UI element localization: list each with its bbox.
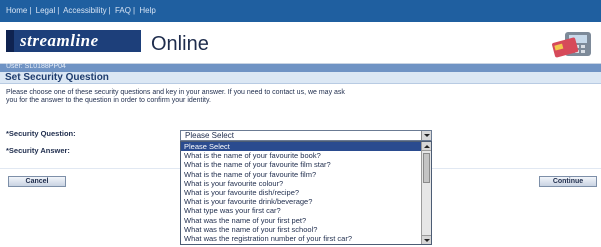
user-id: User: SL0188PP04 — [6, 63, 66, 70]
nav-separator: | — [108, 6, 111, 15]
brand-header: streamline Online — [0, 22, 601, 64]
card-terminal-icon — [552, 32, 591, 58]
security-question-options[interactable]: Please Select What is the name of your fa… — [180, 141, 432, 245]
user-bar: User: SL0188PP04 — [0, 63, 601, 72]
nav-separator: | — [133, 6, 136, 15]
scroll-thumb[interactable] — [423, 153, 430, 183]
options-list: Please Select What is the name of your fa… — [181, 142, 431, 243]
page-title: Set Security Question — [5, 72, 109, 83]
select-value: Please Select — [185, 131, 234, 140]
top-nav-links: Home | Legal | Accessibility | FAQ | Help — [6, 6, 156, 15]
scroll-up-icon[interactable] — [422, 142, 431, 151]
nav-link-home[interactable]: Home — [6, 6, 27, 15]
nav-link-legal[interactable]: Legal — [36, 6, 56, 15]
page-heading-bar: Set Security Question — [0, 72, 601, 84]
dropdown-option[interactable]: What is your favourite dish/recipe? — [181, 188, 431, 197]
dropdown-option[interactable]: What was the registration number of your… — [181, 234, 431, 243]
security-answer-label: *Security Answer: — [6, 146, 70, 155]
dropdown-option[interactable]: What is the name of your favourite book? — [181, 151, 431, 160]
streamline-logo: streamline — [20, 31, 99, 50]
dropdown-arrow-icon[interactable] — [421, 131, 431, 140]
dropdown-option[interactable]: What was the name of your first school? — [181, 225, 431, 234]
dropdown-option[interactable]: What is the name of your favourite film? — [181, 170, 431, 179]
instructions-text: Please choose one of these security ques… — [6, 89, 345, 104]
dropdown-option[interactable]: What is the name of your favourite film … — [181, 160, 431, 169]
dropdown-option[interactable]: What was the name of your first pet? — [181, 216, 431, 225]
security-question-label: *Security Question: — [6, 129, 76, 138]
dropdown-option[interactable]: What is your favourite drink/beverage? — [181, 197, 431, 206]
nav-separator: | — [29, 6, 32, 15]
dropdown-scrollbar[interactable] — [421, 142, 431, 244]
dropdown-option[interactable]: What type was your first car? — [181, 206, 431, 215]
product-name: Online — [151, 33, 209, 55]
security-question-select[interactable]: Please Select — [180, 130, 432, 141]
top-navigation: Home | Legal | Accessibility | FAQ | Help — [0, 0, 601, 22]
nav-separator: | — [57, 6, 60, 15]
scroll-down-icon[interactable] — [422, 235, 431, 244]
nav-link-accessibility[interactable]: Accessibility — [63, 6, 107, 15]
dropdown-option[interactable]: What is your favourite colour? — [181, 179, 431, 188]
dropdown-option[interactable]: Please Select — [181, 142, 431, 152]
cancel-button[interactable]: Cancel — [8, 176, 66, 187]
continue-button[interactable]: Continue — [539, 176, 597, 187]
nav-link-help[interactable]: Help — [139, 6, 155, 15]
nav-link-faq[interactable]: FAQ — [115, 6, 131, 15]
